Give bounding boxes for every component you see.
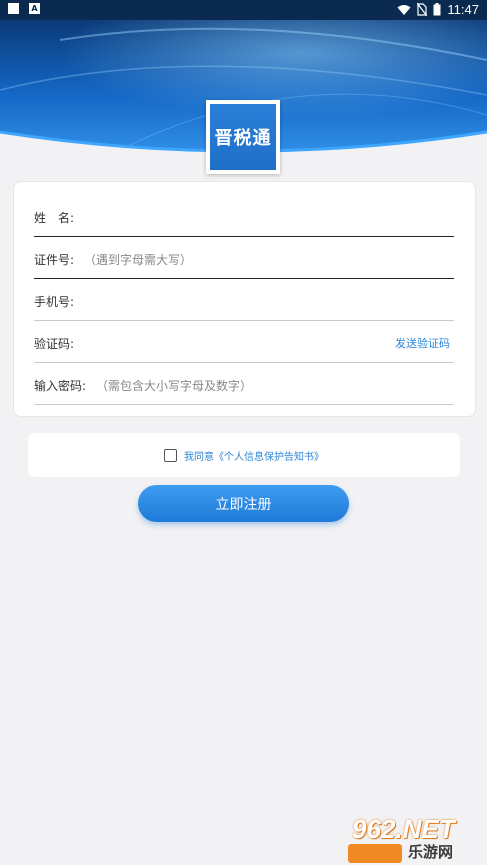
phone-field[interactable]: 手机号: [34, 280, 454, 322]
id-number-field[interactable]: 证件号: （遇到字母需大写） [34, 238, 454, 280]
code-underline [34, 362, 454, 363]
code-label: 验证码: [34, 336, 75, 351]
status-bar: A 11:47 [0, 0, 487, 20]
no-sim-icon [417, 3, 428, 16]
password-field[interactable]: 输入密码: （需包含大小写字母及数字） [34, 364, 454, 406]
phone-underline [34, 320, 454, 321]
id-underline [34, 278, 454, 279]
app-logo-text: 晋税通 [210, 104, 276, 170]
app-logo: 晋税通 [206, 100, 280, 174]
clock-time: 11:47 [447, 2, 479, 17]
registration-form: 姓 名: 证件号: （遇到字母需大写） 手机号: 验证码: 发送验证码 输入密码… [13, 181, 476, 417]
agreement-link[interactable]: 我同意《个人信息保护告知书》 [184, 448, 324, 463]
id-placeholder: （遇到字母需大写） [84, 252, 193, 267]
notification-square-icon [8, 3, 19, 14]
watermark-badge [348, 844, 402, 863]
name-label: 姓 名: [34, 210, 75, 225]
password-underline [34, 404, 454, 405]
phone-label: 手机号: [34, 294, 75, 309]
name-underline [34, 236, 454, 237]
name-field[interactable]: 姓 名: [34, 196, 454, 238]
password-label: 输入密码: [34, 378, 87, 393]
notification-a-icon: A [29, 3, 40, 14]
password-placeholder: （需包含大小写字母及数字） [96, 378, 253, 393]
watermark-logo: 962.NET 乐游网 [348, 814, 487, 865]
id-label: 证件号: [34, 252, 75, 267]
battery-icon [433, 3, 441, 16]
register-button[interactable]: 立即注册 [138, 485, 349, 522]
agreement-row: 我同意《个人信息保护告知书》 [28, 433, 460, 477]
agreement-checkbox[interactable] [164, 448, 177, 462]
watermark-bottom-text: 乐游网 [408, 843, 454, 861]
wifi-icon [397, 4, 411, 15]
verification-code-field[interactable]: 验证码: 发送验证码 [34, 322, 454, 364]
send-code-button[interactable]: 发送验证码 [395, 335, 450, 351]
